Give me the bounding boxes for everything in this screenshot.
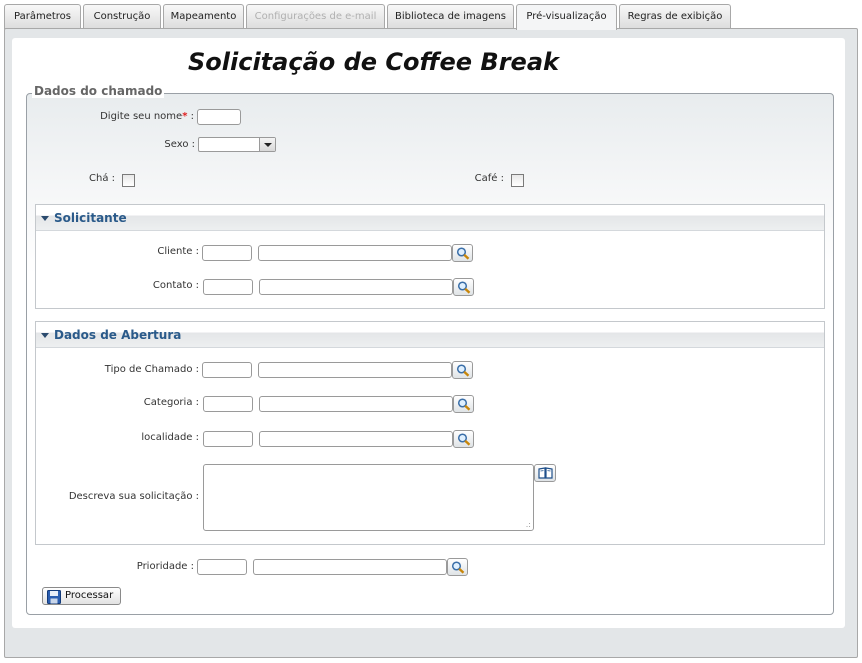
magnifier-icon [451, 561, 465, 574]
tab-regras-exibicao[interactable]: Regras de exibição [619, 4, 731, 29]
sexo-label: Sexo : [164, 139, 195, 150]
tab-parametros[interactable]: Parâmetros [4, 4, 81, 29]
contato-lookup-button[interactable] [453, 278, 474, 296]
sexo-select[interactable] [198, 137, 276, 152]
nome-label-colon: : [190, 111, 194, 122]
tab-construcao[interactable]: Construção [83, 4, 161, 29]
required-asterisk: * [182, 111, 188, 122]
cliente-label: Cliente : [157, 246, 199, 257]
cha-checkbox[interactable] [122, 174, 135, 187]
panel-dados-abertura-title: Dados de Abertura [54, 328, 182, 342]
chevron-down-icon [259, 138, 275, 151]
categoria-code-input[interactable] [203, 396, 253, 412]
magnifier-icon [457, 398, 471, 411]
descreva-label: Descreva sua solicitação : [68, 491, 199, 502]
nome-label-text: Digite seu nome [100, 111, 183, 122]
categoria-desc-input[interactable] [259, 396, 453, 412]
collapse-triangle-icon [41, 333, 49, 338]
cha-label: Chá : [89, 173, 115, 184]
floppy-disk-icon [47, 590, 61, 604]
processar-button[interactable]: Processar [42, 587, 121, 605]
localidade-desc-input[interactable] [259, 431, 453, 447]
tipo-chamado-lookup-button[interactable] [452, 361, 473, 379]
localidade-label: localidade : [141, 432, 199, 443]
prioridade-code-input[interactable] [197, 559, 247, 575]
fieldset-legend: Dados do chamado [32, 84, 165, 98]
categoria-label: Categoria : [143, 397, 199, 408]
contato-label: Contato : [152, 280, 199, 291]
magnifier-icon [457, 433, 471, 446]
contato-code-input[interactable] [203, 279, 253, 295]
nome-label: Digite seu nome* : [60, 111, 194, 122]
magnifier-icon [456, 247, 470, 260]
prioridade-lookup-button[interactable] [447, 558, 468, 576]
form-title: Solicitação de Coffee Break [188, 48, 559, 76]
resize-grip-icon[interactable]: .: [526, 521, 531, 529]
cafe-checkbox[interactable] [511, 174, 524, 187]
processar-label: Processar [65, 590, 114, 601]
cliente-lookup-button[interactable] [452, 244, 473, 262]
contato-desc-input[interactable] [259, 279, 453, 295]
magnifier-icon [457, 281, 471, 294]
tipo-chamado-desc-input[interactable] [258, 362, 452, 378]
prioridade-label: Prioridade : [136, 561, 194, 572]
tab-configuracoes-email: Configurações de e-mail [246, 4, 385, 29]
rich-text-editor-button[interactable] [534, 464, 556, 482]
panel-dados-abertura-header[interactable]: Dados de Abertura [36, 322, 824, 348]
tipo-chamado-label: Tipo de Chamado : [104, 364, 199, 375]
nome-input[interactable] [197, 109, 241, 125]
panel-solicitante-title: Solicitante [54, 211, 127, 225]
descreva-textarea[interactable]: .: [203, 464, 534, 531]
cafe-label: Café : [474, 173, 504, 184]
prioridade-desc-input[interactable] [253, 559, 447, 575]
tipo-chamado-code-input[interactable] [202, 362, 252, 378]
localidade-lookup-button[interactable] [453, 430, 474, 448]
panel-solicitante-header[interactable]: Solicitante [36, 205, 824, 231]
localidade-code-input[interactable] [203, 431, 253, 447]
tab-pre-visualizacao[interactable]: Pré-visualização [516, 4, 617, 30]
book-icon [538, 467, 553, 479]
magnifier-icon [456, 364, 470, 377]
cliente-desc-input[interactable] [258, 245, 452, 261]
collapse-triangle-icon [41, 216, 49, 221]
categoria-lookup-button[interactable] [453, 395, 474, 413]
tab-mapeamento[interactable]: Mapeamento [163, 4, 244, 29]
cliente-code-input[interactable] [202, 245, 252, 261]
tab-biblioteca-imagens[interactable]: Biblioteca de imagens [387, 4, 514, 29]
